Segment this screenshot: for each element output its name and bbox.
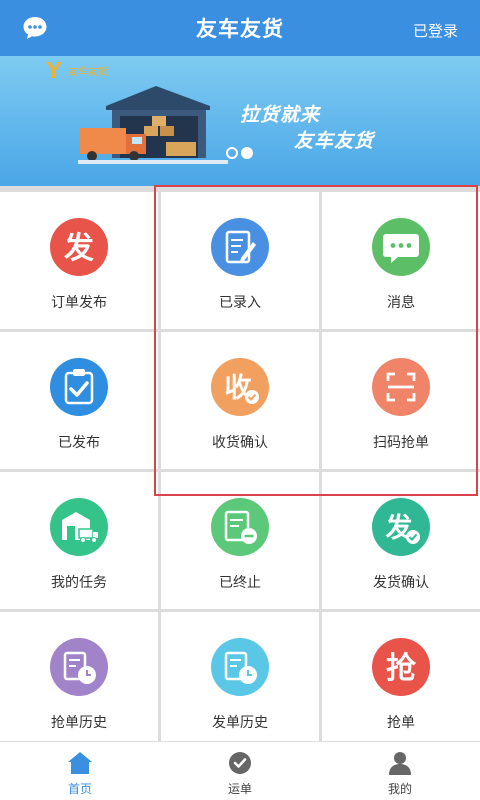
bottom-tab-bar: 首页 运单 我的 xyxy=(0,741,480,800)
history-clock-icon xyxy=(50,638,108,696)
grid-item-label: 已终止 xyxy=(219,575,261,591)
grid-item-scan-grab[interactable]: 扫码抢单 xyxy=(322,332,480,469)
banner-slogan-line2: 友车友货 xyxy=(294,130,375,152)
document-minus-icon xyxy=(211,498,269,556)
fa-check-icon: 发 xyxy=(372,498,430,556)
grid-item-label: 收货确认 xyxy=(212,435,268,451)
banner-slogan-line1: 拉货就来 xyxy=(240,104,321,126)
history-clock-icon xyxy=(211,638,269,696)
grid-item-label: 扫码抢单 xyxy=(373,435,429,451)
user-icon xyxy=(387,750,413,776)
tab-label: 首页 xyxy=(67,782,92,796)
grid-item-grab-history[interactable]: 抢单历史 xyxy=(0,612,158,742)
shou-check-icon: 收 xyxy=(211,358,269,416)
brand-logo-icon xyxy=(44,60,64,80)
app-header: 友车友货 已登录 xyxy=(0,0,480,56)
grid-item-grab-order[interactable]: 抢 抢单 xyxy=(322,612,480,742)
edit-document-icon xyxy=(211,218,269,276)
grid-item-label: 已录入 xyxy=(219,295,261,311)
tab-label: 我的 xyxy=(387,782,412,796)
svg-text:发: 发 xyxy=(63,231,94,266)
grid-item-label: 抢单 xyxy=(387,715,415,731)
app-title: 友车友货 xyxy=(196,17,284,41)
qiang-badge-icon: 抢 xyxy=(372,638,430,696)
warehouse-truck-icon xyxy=(50,498,108,556)
grid-item-label: 发单历史 xyxy=(212,715,268,731)
tab-home[interactable]: 首页 xyxy=(0,742,160,800)
tab-label: 运单 xyxy=(227,782,252,796)
grid-item-label: 抢单历史 xyxy=(51,715,107,731)
grid-item-my-tasks[interactable]: 我的任务 xyxy=(0,472,158,609)
grid-item-order-publish[interactable]: 发 订单发布 xyxy=(0,192,158,329)
grid-item-shipment-confirm[interactable]: 发 发货确认 xyxy=(322,472,480,609)
function-grid: 发 订单发布 已录入 消息 已发布 收 收货确认 扫码抢单 我的任务 已终止 发… xyxy=(0,186,480,742)
tab-mine[interactable]: 我的 xyxy=(320,742,480,800)
scan-icon xyxy=(372,358,430,416)
home-icon xyxy=(67,750,93,776)
grid-item-label: 我的任务 xyxy=(51,575,107,591)
message-bubble-icon xyxy=(372,218,430,276)
tab-waybill[interactable]: 运单 xyxy=(160,742,320,800)
carousel-dot-1[interactable] xyxy=(226,147,238,159)
grid-item-label: 消息 xyxy=(387,295,415,311)
waybill-check-icon xyxy=(227,750,253,776)
clipboard-check-icon xyxy=(50,358,108,416)
fa-badge-icon: 发 xyxy=(50,218,108,276)
grid-item-terminated[interactable]: 已终止 xyxy=(161,472,319,609)
grid-item-order-history[interactable]: 发单历史 xyxy=(161,612,319,742)
grid-item-label: 订单发布 xyxy=(51,295,107,311)
promo-banner[interactable]: 友车友货 拉货就来 友车友货 xyxy=(0,56,480,186)
warehouse-truck-illustration xyxy=(78,76,228,168)
grid-item-receipt-confirm[interactable]: 收 收货确认 xyxy=(161,332,319,469)
login-status[interactable]: 已登录 xyxy=(413,20,458,41)
svg-text:抢: 抢 xyxy=(386,651,417,686)
grid-item-entered[interactable]: 已录入 xyxy=(161,192,319,329)
grid-item-messages[interactable]: 消息 xyxy=(322,192,480,329)
grid-item-published[interactable]: 已发布 xyxy=(0,332,158,469)
carousel-dot-2-active[interactable] xyxy=(241,147,253,159)
grid-item-label: 已发布 xyxy=(58,435,100,451)
grid-item-label: 发货确认 xyxy=(373,575,429,591)
